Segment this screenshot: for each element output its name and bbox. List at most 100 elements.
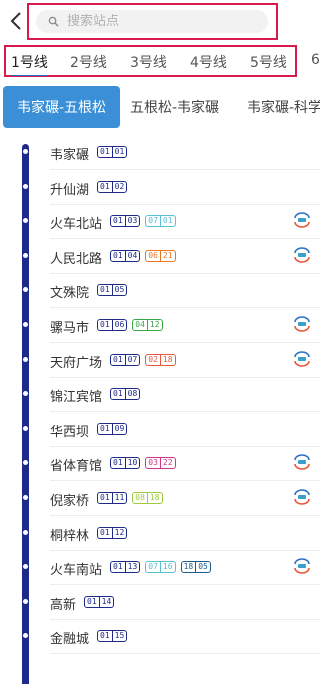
station-number: 14	[98, 596, 114, 607]
station-number: 11	[111, 493, 127, 503]
line-code: 01	[100, 423, 110, 433]
tab-line-1[interactable]: 1号线	[11, 52, 48, 76]
transfer-icon	[294, 316, 310, 332]
station-row[interactable]: 省体育馆 01 10 03 22	[0, 447, 320, 482]
station-row[interactable]: 倪家桥 01 11 08 18	[0, 482, 320, 516]
tab-line-5[interactable]: 5号线	[250, 52, 287, 72]
tab-line-6[interactable]: 6	[311, 52, 320, 68]
station-code-badge: 01 15	[97, 630, 128, 643]
station-code-badge: 01 03	[110, 215, 141, 228]
station-dot	[23, 598, 28, 604]
direction-tab-weijianian-wugensong[interactable]: 韦家碾-五根松	[3, 86, 120, 128]
station-row[interactable]: 人民北路 01 04 06 21	[0, 240, 320, 274]
tab-line-4[interactable]: 4号线	[190, 52, 227, 72]
station-dot	[23, 633, 28, 639]
station-name: 升仙湖	[50, 182, 90, 198]
station-dot	[23, 460, 28, 466]
line-code: 01	[100, 181, 110, 191]
line-code: 01	[100, 320, 110, 329]
station-name: 金融城	[50, 632, 90, 648]
line-code: 18	[183, 562, 194, 572]
station-row[interactable]: 骡马市 01 06 04 12	[0, 309, 320, 343]
station-row[interactable]: 韦家碾 01 01	[0, 136, 320, 170]
station-code-badge: 01 07	[110, 353, 141, 366]
back-button[interactable]	[6, 9, 26, 33]
station-row[interactable]: 升仙湖 01 02	[0, 171, 320, 205]
station-row[interactable]: 锦江宾馆 01 08	[0, 378, 320, 413]
transfer-icon	[294, 247, 310, 263]
station-code-badge: 01 10	[110, 457, 141, 470]
station-code-badges: 01 06 04 12	[97, 319, 163, 331]
station-number: 05	[111, 285, 127, 296]
station-code-badge: 01 05	[97, 284, 128, 297]
station-code-badges: 01 01	[97, 146, 128, 158]
station-dot	[23, 391, 28, 397]
station-row[interactable]: 火车北站 01 03 07 01	[0, 205, 320, 240]
chevron-left-icon	[10, 12, 21, 30]
station-row[interactable]: 桐梓林 01 12	[0, 517, 320, 551]
station-dot	[23, 425, 28, 431]
station-name: 人民北路	[50, 251, 103, 267]
station-dot	[23, 287, 28, 293]
station-name: 桐梓林	[50, 528, 90, 544]
header	[0, 0, 320, 44]
station-code-badge: 01 08	[110, 388, 141, 401]
search-box[interactable]	[36, 10, 268, 33]
station-number: 21	[159, 250, 175, 261]
station-dot	[23, 252, 28, 258]
station-code-badges: 01 03 07 01	[110, 215, 176, 228]
station-number: 18	[159, 354, 175, 365]
station-name: 韦家碾	[50, 148, 90, 163]
station-dot	[23, 356, 28, 362]
station-number: 02	[111, 181, 127, 192]
station-code-badges: 01 13 07 16 18 05	[110, 561, 211, 574]
direction-tab-weijianian-kexue[interactable]: 韦家碾-科学	[247, 86, 320, 128]
search-input[interactable]	[67, 14, 247, 29]
station-number: 01	[159, 216, 175, 227]
line-code: 04	[135, 320, 145, 329]
tab-line-2[interactable]: 2号线	[70, 52, 107, 72]
line-tabs: 1号线 2号线 3号线 4号线 5号线 6	[0, 46, 320, 76]
station-code-badges: 01 08	[110, 388, 141, 401]
line-code: 01	[113, 354, 123, 364]
station-code-badge: 06 21	[145, 249, 176, 262]
station-code-badge: 07 16	[145, 561, 176, 574]
station-number: 15	[111, 631, 127, 642]
search-highlight-frame	[27, 3, 278, 40]
station-row[interactable]: 高新 01 14	[0, 586, 320, 620]
transfer-icon	[294, 212, 310, 228]
station-number: 08	[124, 389, 140, 400]
station-row[interactable]: 金融城 01 15	[0, 620, 320, 655]
station-name: 高新	[50, 597, 77, 613]
station-code-badge: 01 01	[97, 146, 128, 158]
line-code: 01	[100, 493, 110, 502]
line-code: 01	[113, 458, 123, 468]
direction-tab-wugensong-weijianian[interactable]: 五根松-韦家碾	[130, 86, 219, 128]
station-number: 13	[124, 562, 140, 573]
station-code-badges: 01 07 02 18	[110, 353, 176, 366]
station-number: 10	[124, 458, 140, 469]
search-icon	[48, 16, 59, 27]
station-code-badges: 01 15	[97, 630, 128, 643]
direction-tabs: 韦家碾-五根松 五根松-韦家碾 韦家碾-科学	[0, 86, 320, 130]
station-number: 05	[195, 562, 210, 573]
transfer-icon	[294, 558, 310, 574]
station-row[interactable]: 天府广场 01 07 02 18	[0, 344, 320, 378]
transfer-icon	[294, 350, 310, 367]
station-name: 火车南站	[50, 563, 103, 579]
line-code: 01	[113, 250, 123, 260]
station-code-badge: 01 12	[97, 526, 128, 539]
station-dot	[23, 218, 28, 224]
station-code-badges: 01 12	[97, 526, 128, 539]
station-number: 01	[111, 147, 127, 157]
station-row[interactable]: 火车南站 01 13 07 16 18 05	[0, 551, 320, 586]
station-code-badges: 01 09	[97, 422, 128, 435]
station-dot	[23, 149, 28, 154]
station-row[interactable]: 文殊院 01 05	[0, 274, 320, 309]
tab-line-3[interactable]: 3号线	[130, 52, 167, 72]
station-row[interactable]: 华西坝 01 09	[0, 413, 320, 447]
station-name: 骡马市	[50, 321, 90, 336]
station-name: 锦江宾馆	[50, 390, 103, 406]
station-number: 12	[111, 527, 127, 538]
line-code: 01	[100, 631, 110, 641]
